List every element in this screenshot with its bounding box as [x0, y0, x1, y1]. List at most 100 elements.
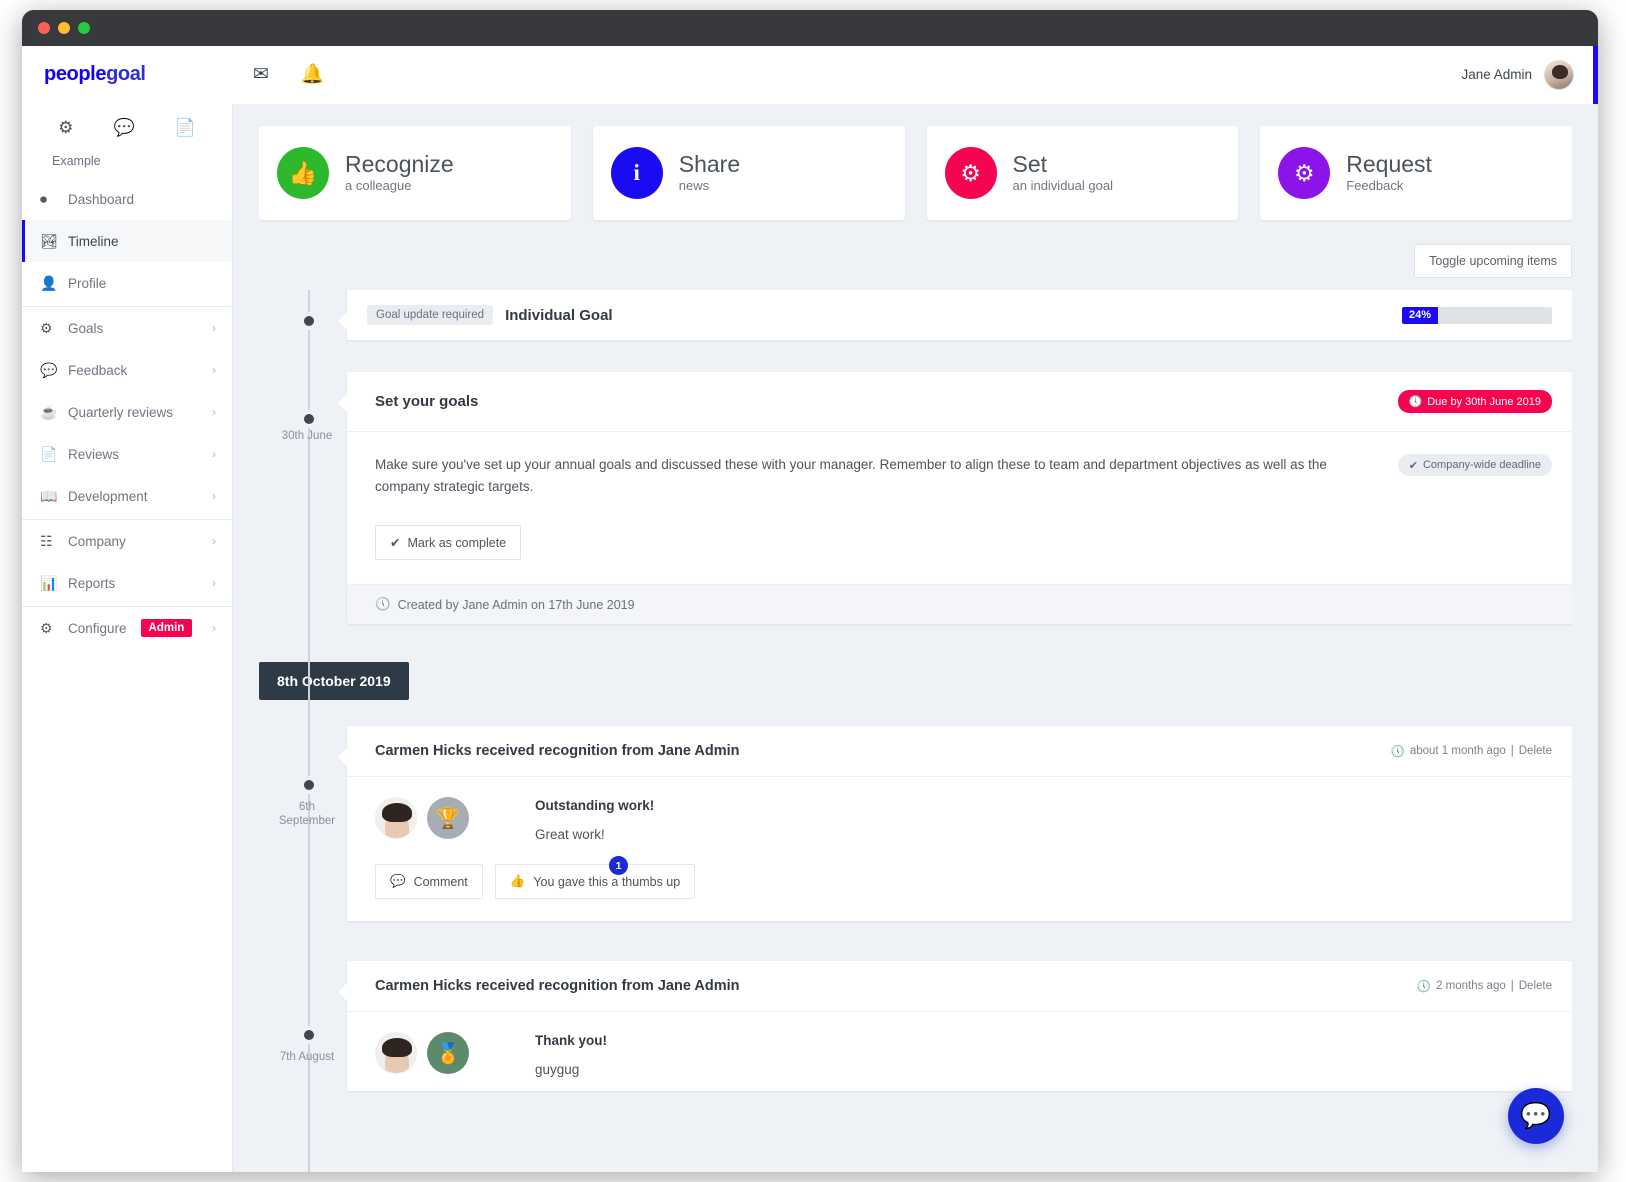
company-wide-deadline-label: Company-wide deadline [1422, 459, 1541, 471]
thumbs-up-label: You gave this a thumbs up [533, 874, 681, 889]
quick-card-subtitle: news [678, 177, 710, 193]
window-minimize-button[interactable] [58, 22, 70, 34]
thumbs-up-icon: 👍 [277, 147, 329, 199]
main-scroll-area[interactable]: 👍 Recognize a colleague i Share news ⚙ S… [259, 104, 1572, 1172]
quick-card-title: Recognize [345, 150, 454, 177]
file-icon[interactable]: 📄 [175, 118, 196, 138]
timeline: 30th June Goal update required Individua… [259, 290, 1572, 1172]
window-close-button[interactable] [38, 22, 50, 34]
sidebar-item-profile[interactable]: 👤 Profile [22, 262, 232, 304]
task-card-actions: ✔ Mark as complete [347, 505, 1572, 584]
info-icon: i [610, 147, 663, 199]
comment-label: Comment [413, 874, 468, 889]
goal-row: Goal update required Individual Goal 24% [347, 290, 1572, 340]
recognition-message: Thank you! guygug [535, 1032, 1552, 1077]
check-icon: ✔ [390, 536, 401, 551]
sidebar-item-label: Quarterly reviews [68, 404, 174, 420]
timeline-goal-row-card[interactable]: Goal update required Individual Goal 24% [338, 290, 1572, 340]
timeline-node-date: 7th August [279, 1051, 335, 1063]
sidebar-group-performance: ⚙ Goals › 💬 Feedback › ☕ Quarterly revie… [22, 307, 232, 520]
sidebar-item-timeline[interactable]: 🏞 Timeline [22, 220, 232, 262]
delete-link[interactable]: Delete [1519, 745, 1552, 757]
comments-icon[interactable]: 💬 [113, 118, 134, 138]
timeline-node-date: 30th June [281, 430, 333, 442]
medal-icon: 🏅 [427, 1032, 469, 1075]
window-maximize-button[interactable] [78, 22, 90, 34]
recognition-body: 🏆 Outstanding work! Great work! [347, 777, 1572, 856]
chat-bubble-icon[interactable]: 💬 [1508, 1088, 1564, 1144]
sidebar-item-label: Dashboard [68, 191, 135, 207]
quick-card-set[interactable]: ⚙ Set an individual goal [926, 126, 1239, 220]
chevron-right-icon: › [212, 321, 216, 335]
sidebar-group-org: ☷ Company › 📊 Reports › [22, 520, 232, 607]
cogs-icon: ⚙ [40, 319, 53, 336]
cogs-icon: ⚙ [1278, 147, 1331, 199]
chevron-right-icon: › [212, 489, 216, 503]
clock-icon: 🕔 [1416, 981, 1432, 994]
quick-card-request[interactable]: ⚙ Request Feedback [1260, 126, 1572, 220]
sidebar-item-configure[interactable]: ⚙ Configure Admin › [22, 607, 232, 649]
top-bar-icons: ✉ 🔔 [233, 65, 325, 84]
admin-badge: Admin [140, 619, 193, 637]
sitemap-icon: ☷ [40, 532, 53, 549]
envelope-icon[interactable]: ✉ [253, 65, 269, 84]
cogs-icon[interactable]: ⚙ [58, 118, 73, 138]
recognition-title: Carmen Hicks received recognition from J… [375, 743, 740, 760]
sidebar-item-reviews[interactable]: 📄 Reviews › [22, 433, 232, 475]
recognition-message: Outstanding work! Great work! [535, 797, 1552, 842]
chevron-right-icon: › [212, 576, 216, 590]
screenshot-root: peoplegoal ✉ 🔔 Jane Admin ⚙ 💬 📄 Example … [0, 0, 1626, 1182]
comment-button[interactable]: 💬 Comment [375, 864, 483, 900]
task-title: Set your goals [375, 393, 479, 410]
toolbar-row: Toggle upcoming items [259, 220, 1572, 290]
status-badge: Goal update required [367, 305, 494, 325]
thumbs-up-button[interactable]: 👍 You gave this a thumbs up [494, 864, 696, 900]
timeline-node [300, 1026, 318, 1044]
sidebar-item-quarterly-reviews[interactable]: ☕ Quarterly reviews › [22, 391, 232, 433]
sidebar-item-company[interactable]: ☷ Company › [22, 520, 232, 562]
timeline-date-marker: 8th October 2019 [259, 662, 409, 701]
company-wide-deadline-badge: ✔ Company-wide deadline [1397, 454, 1552, 476]
chevron-right-icon: › [212, 621, 216, 635]
task-card-footer: 🕔 Created by Jane Admin on 17th June 201… [347, 584, 1572, 625]
toggle-upcoming-items-button[interactable]: Toggle upcoming items [1414, 244, 1572, 278]
due-badge: 🕔 Due by 30th June 2019 [1397, 390, 1552, 413]
quick-card-share[interactable]: i Share news [592, 126, 905, 220]
quick-action-cards: 👍 Recognize a colleague i Share news ⚙ S… [259, 104, 1572, 220]
logo-text-goal: goal [106, 63, 146, 85]
task-description: Make sure you've set up your annual goal… [375, 457, 1327, 494]
app-logo[interactable]: peoplegoal [22, 63, 233, 86]
clock-icon: 🕔 [1408, 396, 1423, 408]
user-icon: 👤 [40, 274, 58, 291]
timeline-node-date-month: September [278, 815, 336, 828]
avatar[interactable] [1544, 59, 1574, 90]
user-name-label: Jane Admin [1461, 67, 1532, 82]
meta-separator: | [1510, 745, 1514, 758]
quick-card-recognize[interactable]: 👍 Recognize a colleague [259, 126, 571, 220]
recognition-time: 2 months ago [1436, 980, 1506, 993]
gear-icon: ⚙ [40, 619, 53, 636]
sidebar-item-development[interactable]: 📖 Development › [22, 475, 232, 517]
sidebar-item-feedback[interactable]: 💬 Feedback › [22, 349, 232, 391]
accent-edge [1593, 46, 1598, 104]
mark-as-complete-button[interactable]: ✔ Mark as complete [375, 525, 522, 561]
recognition-title: Carmen Hicks received recognition from J… [375, 978, 740, 995]
coffee-icon: ☕ [40, 403, 58, 420]
sidebar-item-reports[interactable]: 📊 Reports › [22, 562, 232, 604]
timeline-node [300, 312, 318, 330]
goal-progress-value: 24% [1402, 306, 1438, 324]
bell-icon[interactable]: 🔔 [301, 65, 325, 84]
avatar [375, 1032, 417, 1075]
quick-card-title: Set [1012, 150, 1048, 177]
recognition-body: 🏅 Thank you! guygug [347, 1012, 1572, 1091]
timeline-node-date: 6th September [259, 800, 355, 829]
delete-link[interactable]: Delete [1519, 980, 1552, 992]
top-bar-user[interactable]: Jane Admin [1461, 59, 1598, 90]
recognition-actions: 💬 Comment 👍 You gave this a thumbs up 1 [347, 856, 1572, 921]
sidebar-item-dashboard[interactable]: ⏺ Dashboard [22, 178, 232, 220]
sidebar-item-goals[interactable]: ⚙ Goals › [22, 307, 232, 349]
recognition-time: about 1 month ago [1409, 745, 1506, 758]
chevron-right-icon: › [212, 363, 216, 377]
sidebar-item-label: Timeline [68, 233, 119, 249]
app-root: peoplegoal ✉ 🔔 Jane Admin ⚙ 💬 📄 Example … [22, 46, 1598, 1172]
